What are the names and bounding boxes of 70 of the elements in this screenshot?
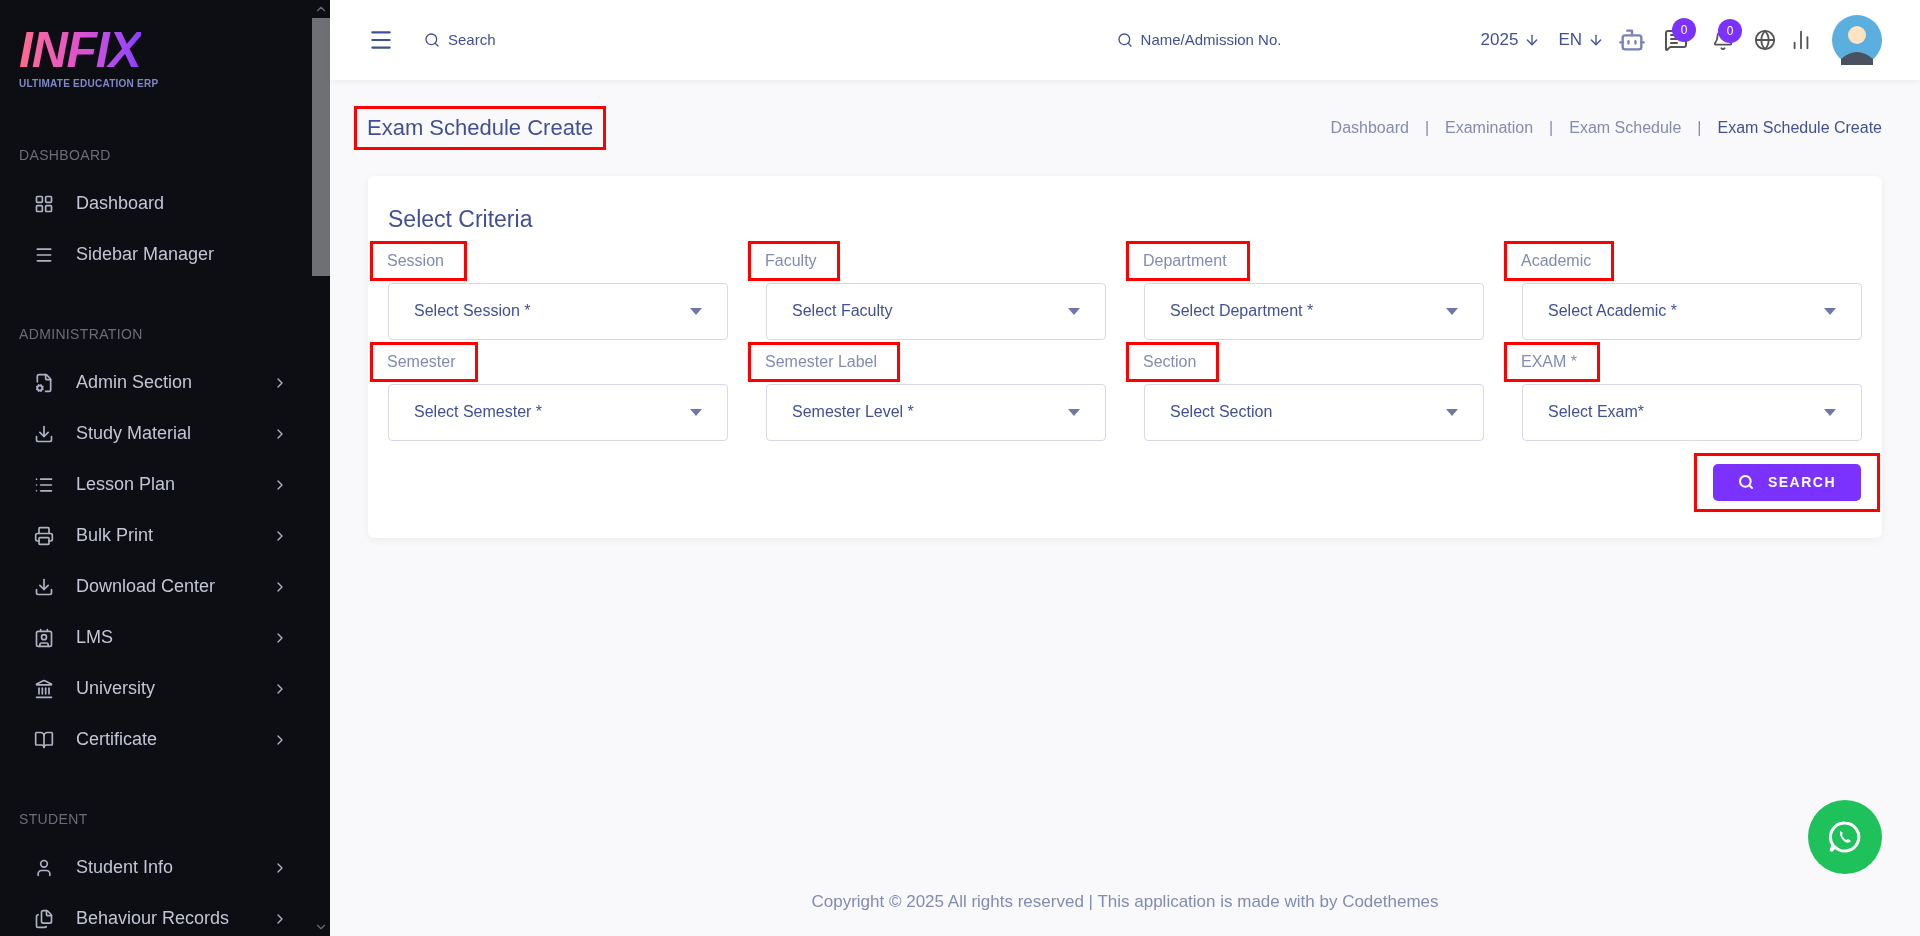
sidebar-item[interactable]: Behaviour Records [0, 893, 300, 936]
section-heading: STUDENT [18, 810, 89, 829]
user-icon [34, 857, 54, 878]
language-dropdown[interactable]: EN [1558, 27, 1604, 53]
field-label: Academic [1521, 250, 1592, 271]
search-icon [1737, 474, 1754, 490]
section-heading: DASHBOARD [18, 146, 112, 165]
globe-icon[interactable] [1754, 29, 1776, 51]
sidebar-item[interactable]: Bulk Print [0, 510, 300, 561]
dropdown-caret-icon [1446, 408, 1458, 416]
select-dropdown[interactable]: Select Section [1144, 383, 1484, 441]
dropdown-caret-icon [1824, 307, 1836, 315]
sidebar-item[interactable]: LMS [0, 612, 300, 663]
breadcrumb-separator: | [1697, 118, 1702, 138]
sidebar-item[interactable]: Download Center [0, 561, 300, 612]
select-dropdown[interactable]: Select Semester * [388, 383, 728, 441]
sidebar-item[interactable]: Dashboard [0, 178, 300, 229]
field-label: Semester [387, 351, 456, 372]
dropdown-caret-icon [1446, 307, 1458, 315]
search-icon [424, 32, 440, 48]
search-icon [1116, 32, 1133, 48]
select-dropdown[interactable]: Select Exam* [1522, 383, 1862, 441]
dropdown-caret-icon [1068, 408, 1080, 416]
document-gear-icon [34, 372, 54, 393]
field-label: Semester Label [765, 351, 878, 372]
select-dropdown[interactable]: Select Academic * [1522, 282, 1862, 340]
footer-text: Copyright © 2025 All rights reserved | This application is made with by Codethemes [810, 890, 1440, 913]
search-field[interactable]: Search [448, 28, 598, 52]
dropdown-caret-icon [1824, 408, 1836, 416]
sidebar-item[interactable]: Student Info [0, 842, 300, 893]
files-icon [34, 908, 54, 929]
sidebar-item[interactable]: Lesson Plan [0, 459, 300, 510]
sidebar-item[interactable]: Admin Section [0, 357, 300, 408]
sidebar-item[interactable]: Certificate [0, 714, 300, 765]
bank-icon [34, 678, 54, 699]
grid-icon [34, 193, 54, 214]
sidebar-item[interactable]: University [0, 663, 300, 714]
dropdown-caret-icon [690, 307, 702, 315]
dropdown-caret-icon [1068, 307, 1080, 315]
section-heading: ADMINISTRATION [18, 325, 144, 344]
printer-icon [34, 525, 54, 546]
breadcrumb-separator: | [1549, 118, 1554, 138]
book-icon [34, 729, 54, 750]
sidebar-item[interactable]: Study Material [0, 408, 300, 459]
count-badge: 0 [1672, 18, 1696, 42]
breadcrumb-link[interactable]: Exam Schedule Create [1717, 116, 1882, 140]
count-badge: 0 [1718, 19, 1742, 43]
card-title: Select Criteria [388, 205, 534, 234]
search-button[interactable]: SEARCH [1712, 463, 1861, 501]
student-search-field[interactable]: Name/Admission No. [1140, 28, 1316, 52]
field-label: Section [1143, 351, 1197, 372]
field-label: EXAM * [1521, 351, 1577, 372]
page-title: Exam Schedule Create [367, 114, 594, 142]
download-icon [34, 576, 54, 597]
select-dropdown[interactable]: Select Session * [388, 282, 728, 340]
breadcrumb-separator: | [1424, 118, 1430, 138]
avatar[interactable] [1832, 15, 1882, 65]
field-label: Faculty [765, 250, 817, 271]
select-dropdown[interactable]: Select Faculty [766, 282, 1106, 340]
sidebar-item[interactable]: Sidebar Manager [0, 229, 300, 280]
field-label: Department [1143, 250, 1227, 271]
logo-tagline: ULTIMATE EDUCATION ERP [19, 77, 160, 91]
field-label: Session [387, 250, 444, 271]
dropdown-caret-icon [690, 408, 702, 416]
person-icon [34, 627, 54, 648]
download-icon [34, 423, 54, 444]
select-dropdown[interactable]: Select Department * [1144, 282, 1484, 340]
whatsapp-icon [1827, 819, 1863, 855]
select-dropdown[interactable]: Semester Level * [766, 383, 1106, 441]
year-dropdown[interactable]: 2025 [1480, 27, 1541, 53]
